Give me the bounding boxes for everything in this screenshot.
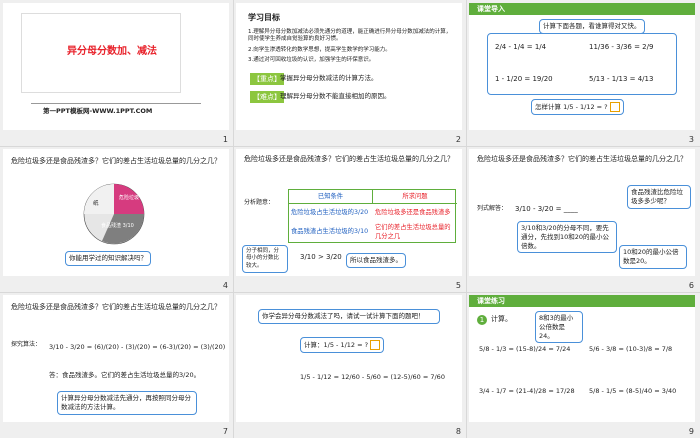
- grid-separator: [233, 0, 234, 438]
- lcm-bubble: 8和3的最小公倍数是24。: [535, 311, 583, 344]
- prompt-bubble: 你学会异分母分数减法了吗，请试一试计算下面的题吧！: [258, 309, 440, 324]
- equation-3: 1 - 1/20 = 19/20: [495, 75, 553, 83]
- slide-thumb-5[interactable]: 危险垃圾多还是食品残渣多？它们的差占生活垃圾总量的几分之几？ 分析题意： 已知条…: [233, 146, 466, 292]
- slide-thumb-3[interactable]: 课堂导入 计算下面各题，看谁算得对又快。 2/4 - 1/4 = 1/4 11/…: [466, 0, 699, 146]
- answer-box[interactable]: [609, 102, 620, 112]
- question-text: 危险垃圾多还是食品残渣多？它们的差占生活垃圾总量的几分之几？: [477, 155, 687, 163]
- slide-6: 危险垃圾多还是食品残渣多？它们的差占生活垃圾总量的几分之几？ 食品残渣比危险垃圾…: [469, 149, 695, 276]
- slide-3: 课堂导入 计算下面各题，看谁算得对又快。 2/4 - 1/4 = 1/4 11/…: [469, 3, 695, 130]
- slide-thumb-9[interactable]: 课堂练习 1 计算。 8和3的最小公倍数是24。 5/8 - 1/3 = (15…: [466, 292, 699, 438]
- slide-number: 9: [688, 427, 694, 436]
- comparison: 3/10 > 3/20: [300, 253, 342, 261]
- slide-number: 4: [222, 281, 228, 290]
- slide-title: 课堂练习: [477, 297, 505, 305]
- prompt-bubble: 计算下面各题，看谁算得对又快。: [539, 19, 645, 34]
- question-text: 危险垃圾多还是食品残渣多？它们的差占生活垃圾总量的几分之几？: [11, 157, 221, 165]
- task-bubble: 计算：1/5 - 1/12 = ?: [300, 337, 385, 353]
- question-bubble: 怎样计算 1/5 - 1/12 = ?: [531, 99, 624, 115]
- question-bubble: 食品残渣比危险垃圾多多少呢？: [627, 185, 691, 209]
- slide-title: 学习目标: [248, 13, 280, 22]
- problem-3: 3/4 - 1/7 = (21-4)/28 = 17/28: [479, 387, 575, 395]
- slide-thumb-4[interactable]: 危险垃圾多还是食品残渣多？它们的差占生活垃圾总量的几分之几？ 纸 食品残渣 3/…: [0, 146, 233, 292]
- slide-thumb-7[interactable]: 危险垃圾多还是食品残渣多？它们的差占生活垃圾总量的几分之几？ 探究算法： 3/1…: [0, 292, 233, 438]
- slide-number: 8: [455, 427, 461, 436]
- header-known: 已知条件: [289, 190, 373, 204]
- slide-number: 6: [688, 281, 694, 290]
- slide-8: 你学会异分母分数减法了吗，请试一试计算下面的题吧！ 计算：1/5 - 1/12 …: [236, 295, 462, 422]
- method-label: 探究算法：: [11, 341, 42, 348]
- grid-separator: [466, 0, 467, 438]
- answer-text: 答：食品残渣多。它们的差占生活垃圾总量的3/20。: [49, 371, 201, 379]
- slide-thumb-2[interactable]: 学习目标 1.理解异分母分数加减法必须先通分的道理，能正确进行异分母分数加减法的…: [233, 0, 466, 146]
- slide-thumb-6[interactable]: 危险垃圾多还是食品残渣多？它们的差占生活垃圾总量的几分之几？ 食品残渣比危险垃圾…: [466, 146, 699, 292]
- conclusion-bubble: 所以食品残渣多。: [346, 253, 406, 268]
- difficulty-label: 【难点】: [250, 91, 284, 103]
- question-text: 危险垃圾多还是食品残渣多？它们的差占生活垃圾总量的几分之几？: [244, 155, 454, 163]
- analysis-label: 分析题意：: [244, 199, 275, 206]
- solution: 1/5 - 1/12 = 12/60 - 5/60 = (12-5)/60 = …: [300, 373, 445, 381]
- problem-2: 5/6 - 3/8 = (10-3)/8 = 7/8: [589, 345, 673, 353]
- slide-title: 课堂导入: [477, 5, 505, 13]
- garbage-pie-chart: [83, 183, 145, 245]
- slide-number: 2: [455, 135, 461, 144]
- slide-2: 学习目标 1.理解异分母分数加减法必须先通分的道理，能正确进行异分母分数加减法的…: [236, 3, 462, 130]
- slide-9: 课堂练习 1 计算。 8和3的最小公倍数是24。 5/8 - 1/3 = (15…: [469, 295, 695, 422]
- answer-box[interactable]: [370, 340, 381, 350]
- slide-7: 危险垃圾多还是食品残渣多？它们的差占生活垃圾总量的几分之几？ 探究算法： 3/1…: [3, 295, 229, 422]
- equation-4: 5/13 - 1/13 = 4/13: [589, 75, 654, 83]
- pie-label-food: 食品残渣 3/10: [101, 223, 134, 229]
- hint-bubble: 3/10和3/20的分母不同，要先通分，先找到10和20的最小公倍数。: [517, 221, 617, 254]
- note-bubble: 分子相同，分母小的分数比较大。: [242, 245, 288, 274]
- row2-asked: 它们的差占生活垃圾总量的几分之几: [375, 224, 451, 240]
- slide-5: 危险垃圾多还是食品残渣多？它们的差占生活垃圾总量的几分之几？ 分析题意： 已知条…: [236, 149, 462, 276]
- divider: [31, 103, 201, 104]
- task-icon: 1: [477, 315, 487, 325]
- task-text: 计算：1/5 - 1/12 = ?: [304, 341, 369, 349]
- goal-2: 2.向学生渗透转化的数学思想，提高学生数学的学习能力。: [248, 47, 391, 53]
- row2-known: 食品残渣占生活垃圾的3/10: [291, 228, 369, 235]
- formula: 3/10 - 3/20 = ____: [515, 205, 578, 213]
- key-text: 掌握异分母分数减法的计算方法。: [280, 74, 378, 82]
- goal-3: 3.通过对可回收垃圾的认识，加强学生的环保意识。: [248, 57, 375, 63]
- analysis-table: 已知条件 所求问题 危险垃圾占生活垃圾的3/20 危险垃圾多还是食品残渣多 食品…: [288, 189, 457, 243]
- summary-bubble: 计算异分母分数减法先通分，再按照同分母分数减法的方法计算。: [57, 391, 197, 415]
- slide-number: 3: [688, 135, 694, 144]
- lcm-bubble: 10和20的最小公倍数是20。: [619, 245, 687, 269]
- calculation: 3/10 - 3/20 = (6)/(20) - (3)/(20) = (6-3…: [49, 343, 226, 351]
- grid-separator: [0, 292, 700, 293]
- equation-1: 2/4 - 1/4 = 1/4: [495, 43, 547, 51]
- task-label: 计算。: [491, 315, 512, 323]
- pie-label-paper: 纸: [93, 201, 99, 207]
- problem-4: 5/8 - 1/5 = (8-5)/40 = 3/40: [589, 387, 677, 395]
- key-label: 【重点】: [250, 73, 284, 85]
- difficulty-text: 理解异分母分数不能直接相加的原因。: [280, 92, 391, 100]
- slide-1: 异分母分数加、减法 第一PPT模板网-WWW.1PPT.COM: [3, 3, 229, 130]
- formula-label: 列式解答：: [477, 205, 508, 212]
- slide-number: 7: [222, 427, 228, 436]
- goal-1: 1.理解异分母分数加减法必须先通分的道理，能正确进行异分母分数加减法的计算，同时…: [248, 29, 452, 43]
- slide-thumb-1[interactable]: 异分母分数加、减法 第一PPT模板网-WWW.1PPT.COM 1: [0, 0, 233, 146]
- slide-grid: 异分母分数加、减法 第一PPT模板网-WWW.1PPT.COM 1 学习目标 1…: [0, 0, 700, 438]
- hint-bubble: 你能用学过的知识解决吗？: [65, 251, 151, 266]
- slide-number: 5: [455, 281, 461, 290]
- row1-asked: 危险垃圾多还是食品残渣多: [375, 209, 451, 216]
- header-asked: 所求问题: [373, 190, 457, 204]
- pie-label-danger: 危险垃圾 3/20: [119, 195, 152, 201]
- grid-separator: [0, 146, 700, 147]
- problem-1: 5/8 - 1/3 = (15-8)/24 = 7/24: [479, 345, 571, 353]
- slide-4: 危险垃圾多还是食品残渣多？它们的差占生活垃圾总量的几分之几？ 纸 食品残渣 3/…: [3, 149, 229, 276]
- question-text: 危险垃圾多还是食品残渣多？它们的差占生活垃圾总量的几分之几？: [11, 303, 221, 311]
- equation-2: 11/36 - 3/36 = 2/9: [589, 43, 654, 51]
- brand-text: 第一PPT模板网-WWW.1PPT.COM: [43, 107, 153, 115]
- slide-title: 异分母分数加、减法: [67, 46, 157, 57]
- slice-paper: [84, 184, 114, 214]
- question-text: 怎样计算 1/5 - 1/12 = ?: [535, 103, 608, 111]
- slide-number: 1: [222, 135, 228, 144]
- row1-known: 危险垃圾占生活垃圾的3/20: [291, 209, 369, 216]
- slide-thumb-8[interactable]: 你学会异分母分数减法了吗，请试一试计算下面的题吧！ 计算：1/5 - 1/12 …: [233, 292, 466, 438]
